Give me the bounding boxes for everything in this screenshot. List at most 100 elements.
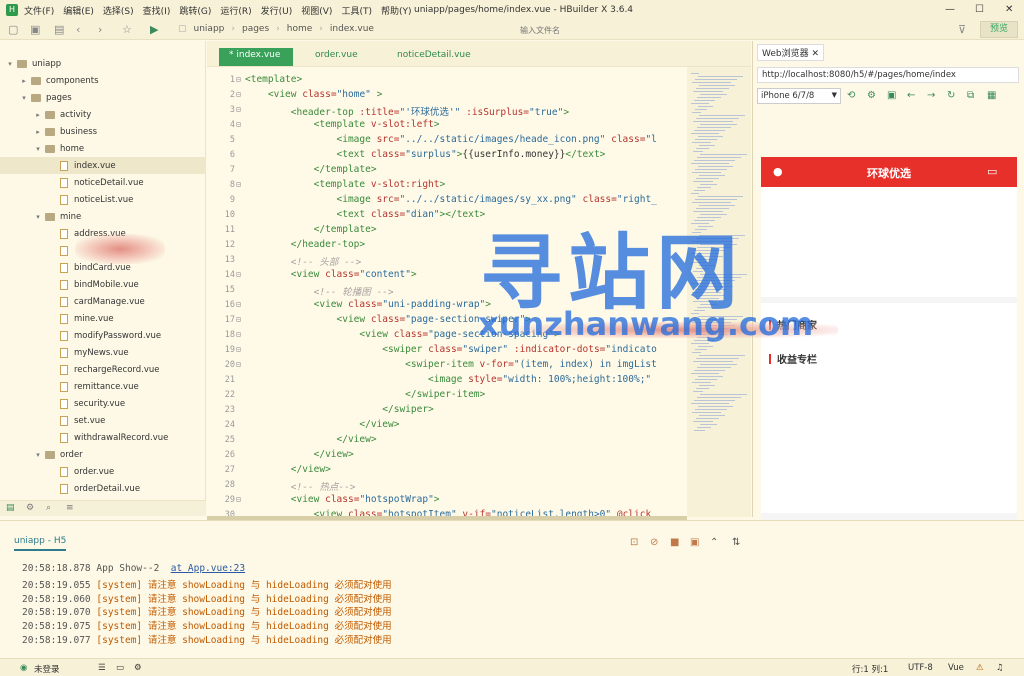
browser-url-input[interactable]: http://localhost:8080/h5/#/pages/home/in… <box>757 67 1019 83</box>
message-icon[interactable]: ▭ <box>987 165 1001 178</box>
menu-item[interactable]: 帮助(Y) <box>381 4 412 17</box>
code-line[interactable]: <template> <box>245 74 302 85</box>
breadcrumb-item[interactable]: home <box>287 24 313 34</box>
file-item[interactable]: noticeDetail.vue <box>0 174 206 191</box>
outline-icon[interactable]: ≡ <box>66 503 74 513</box>
fold-icon[interactable]: ⊟ <box>236 495 241 504</box>
settings-icon[interactable]: ⚙ <box>867 90 876 101</box>
chevron-down-icon[interactable]: ▾ <box>20 94 28 102</box>
language-mode[interactable]: Vue <box>948 663 964 673</box>
folder-item[interactable]: ▾ pages <box>0 89 206 106</box>
clear-icon[interactable]: ⊘ <box>650 537 658 548</box>
file-item[interactable]: bindMobile.vue <box>0 276 206 293</box>
folder-item[interactable]: ▾ mine <box>0 208 206 225</box>
terminal-icon[interactable]: ▭ <box>116 663 124 673</box>
code-line[interactable]: <view class="hotspotWrap"> <box>245 494 440 505</box>
menu-item[interactable]: 发行(U) <box>261 4 293 17</box>
list-icon[interactable]: ☰ <box>98 663 106 673</box>
fold-icon[interactable]: ⊟ <box>236 105 241 114</box>
fold-icon[interactable]: ⊟ <box>236 360 241 369</box>
code-line[interactable]: <image src="../../static/images/heade_ic… <box>245 134 657 145</box>
forward-icon[interactable]: › <box>98 23 102 36</box>
code-line[interactable]: <!-- 轮播图 --> <box>245 284 394 298</box>
chevron-right-icon[interactable]: ▸ <box>20 77 28 85</box>
rotate-icon[interactable]: ⟲ <box>847 90 855 101</box>
menu-item[interactable]: 跳转(G) <box>179 4 211 17</box>
folder-item[interactable]: ▸ activity <box>0 106 206 123</box>
fold-icon[interactable]: ⊟ <box>236 330 241 339</box>
filter-icon[interactable]: ⊽ <box>958 23 966 36</box>
fold-icon[interactable]: ⊟ <box>236 315 241 324</box>
chevron-right-icon[interactable]: ▸ <box>34 128 42 136</box>
code-line[interactable]: <text class="surplus">{{userInfo.money}}… <box>245 149 606 160</box>
chevron-down-icon[interactable]: ▾ <box>6 60 14 68</box>
code-line[interactable]: <image style="width: 100%;height:100%;" <box>245 374 651 385</box>
code-line[interactable]: <template v-slot:left> <box>245 119 440 130</box>
user-icon[interactable]: ◉ <box>20 663 27 673</box>
file-item[interactable]: myNews.vue <box>0 344 206 361</box>
editor-tab[interactable]: order.vue <box>305 48 368 66</box>
collapse-icon[interactable]: ⌃ <box>710 537 718 548</box>
plugins-icon[interactable]: ⚙ <box>26 503 34 513</box>
folder-item[interactable]: ▸ components <box>0 72 206 89</box>
code-line[interactable]: <template v-slot:right> <box>245 179 446 190</box>
code-line[interactable]: </view> <box>245 434 377 445</box>
notification-icon[interactable]: ⚠ <box>976 663 984 673</box>
sort-icon[interactable]: ⇅ <box>732 537 740 548</box>
breadcrumb-item[interactable]: uniapp <box>194 24 225 34</box>
file-item[interactable]: set.vue <box>0 412 206 429</box>
console-tab[interactable]: uniapp - H5 <box>14 536 67 551</box>
code-line[interactable]: <view class="content"> <box>245 269 417 280</box>
file-item[interactable]: cardManage.vue <box>0 293 206 310</box>
folder-item[interactable]: ▾ order <box>0 446 206 463</box>
file-item[interactable]: rechargeRecord.vue <box>0 361 206 378</box>
menu-item[interactable]: 选择(S) <box>103 4 134 17</box>
forward-arrow-icon[interactable]: → <box>927 90 935 101</box>
editor-tab[interactable]: * index.vue <box>219 48 293 66</box>
folder-item[interactable]: ▸ business <box>0 123 206 140</box>
code-line[interactable]: <!-- 头部 --> <box>245 254 361 268</box>
editor-tab[interactable]: noticeDetail.vue <box>387 48 481 66</box>
close-icon[interactable]: ✕ <box>1005 4 1013 15</box>
file-item[interactable]: orderDetail.vue <box>0 480 206 497</box>
file-item[interactable]: noticeList.vue <box>0 191 206 208</box>
fold-icon[interactable]: ⊟ <box>236 75 241 84</box>
bell-icon[interactable]: ♫ <box>996 663 1004 673</box>
save-icon[interactable]: ▣ <box>30 23 40 36</box>
back-icon[interactable]: ‹ <box>76 23 80 36</box>
search-icon[interactable]: ⌕ <box>46 503 51 513</box>
code-line[interactable]: <swiper class="swiper" :indicator-dots="… <box>245 344 657 355</box>
code-line[interactable]: </view> <box>245 419 399 430</box>
fold-icon[interactable]: ⊟ <box>236 270 241 279</box>
maximize-icon[interactable]: ☐ <box>975 4 984 15</box>
code-line[interactable]: </swiper-item> <box>245 389 485 400</box>
fold-icon[interactable]: ⊟ <box>236 120 241 129</box>
menu-item[interactable]: 运行(R) <box>220 4 251 17</box>
fold-icon[interactable]: ⊟ <box>236 180 241 189</box>
plugin-icon[interactable]: ⚙ <box>134 663 142 673</box>
code-line[interactable]: </header-top> <box>245 239 365 250</box>
chevron-right-icon[interactable]: ▸ <box>34 111 42 119</box>
device-select[interactable]: iPhone 6/7/8 ▼ <box>757 88 841 104</box>
code-line[interactable]: </template> <box>245 164 377 175</box>
file-item[interactable]: security.vue <box>0 395 206 412</box>
code-line[interactable]: </view> <box>245 464 331 475</box>
menu-item[interactable]: 编辑(E) <box>63 4 94 17</box>
menu-item[interactable]: 视图(V) <box>301 4 332 17</box>
code-line[interactable]: <swiper-item v-for="(item, index) in img… <box>245 359 657 370</box>
lock-icon[interactable]: ⊡ <box>630 537 638 548</box>
browser-tab[interactable]: Web浏览器 ✕ <box>757 44 825 61</box>
code-line[interactable]: <!-- 热点--> <box>245 479 356 493</box>
code-line[interactable]: <view class="home" > <box>245 89 382 100</box>
breadcrumb-item[interactable]: pages <box>242 24 269 34</box>
file-item[interactable]: remittance.vue <box>0 378 206 395</box>
menu-item[interactable]: 查找(I) <box>143 4 171 17</box>
fold-icon[interactable]: ⊟ <box>236 345 241 354</box>
refresh-icon[interactable]: ↻ <box>947 90 955 101</box>
banner-area[interactable] <box>761 187 1017 297</box>
folder-item[interactable]: ▾ home <box>0 140 206 157</box>
chevron-down-icon[interactable]: ▾ <box>34 145 42 153</box>
menu-item[interactable]: 工具(T) <box>341 4 372 17</box>
folder-item[interactable]: ▾ uniapp <box>0 55 206 72</box>
new-file-icon[interactable]: ▢ <box>8 23 18 36</box>
